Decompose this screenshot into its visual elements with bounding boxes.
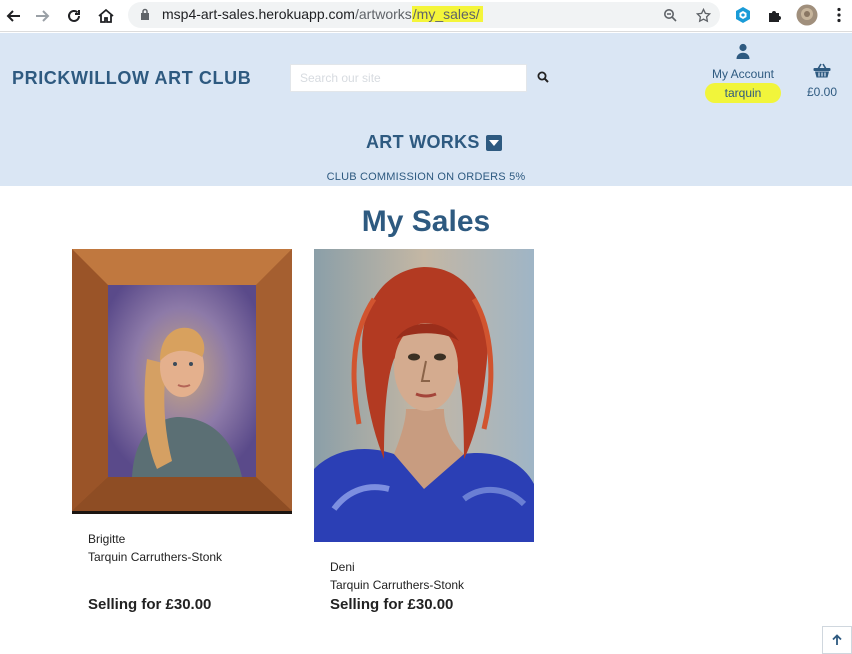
back-icon[interactable] xyxy=(2,4,26,28)
artwork-artist: Tarquin Carruthers-Stonk xyxy=(330,578,465,592)
search-input[interactable] xyxy=(290,64,527,92)
artwork-image[interactable] xyxy=(72,249,292,514)
search-icon xyxy=(537,71,549,83)
forward-icon[interactable] xyxy=(30,4,54,28)
artwork-card[interactable]: Brigitte Tarquin Carruthers-Stonk Sellin… xyxy=(72,249,292,613)
artwork-card[interactable]: Deni Tarquin Carruthers-Stonk Selling fo… xyxy=(314,249,534,613)
caret-down-icon xyxy=(485,134,502,151)
artwork-title: Deni xyxy=(330,560,355,574)
account-label: My Account xyxy=(711,67,775,81)
account-link[interactable]: My Account tarquin xyxy=(700,43,786,103)
site-header: PRICKWILLOW ART CLUB My Account tarquin … xyxy=(0,33,852,186)
commission-banner: CLUB COMMISSION ON ORDERS 5% xyxy=(326,171,526,183)
profile-avatar[interactable] xyxy=(796,4,818,26)
home-icon[interactable] xyxy=(94,4,118,28)
back-to-top-button[interactable] xyxy=(822,626,852,654)
artwork-artist: Tarquin Carruthers-Stonk xyxy=(88,550,223,564)
basket-total: £0.00 xyxy=(806,85,838,99)
art-works-menu[interactable]: ART WORKS xyxy=(366,132,502,153)
page-title: My Sales xyxy=(361,205,491,238)
artwork-image[interactable] xyxy=(314,249,534,542)
reload-icon[interactable] xyxy=(62,4,86,28)
arrow-up-icon xyxy=(832,634,842,645)
puzzle-icon[interactable] xyxy=(764,4,786,26)
basket-link[interactable]: £0.00 xyxy=(800,63,844,99)
star-icon[interactable] xyxy=(694,6,712,24)
url-highlight: /my_sales/ xyxy=(411,6,483,22)
url-text: msp4-art-sales.herokuapp.com/artworks/my… xyxy=(162,6,483,22)
menu-label: ART WORKS xyxy=(366,132,480,152)
artwork-price: Selling for £30.00 xyxy=(88,596,212,613)
user-icon xyxy=(736,43,750,59)
search-button[interactable] xyxy=(532,66,554,88)
basket-icon xyxy=(813,63,831,78)
zoom-icon[interactable] xyxy=(661,6,679,24)
address-bar[interactable]: msp4-art-sales.herokuapp.com/artworks/my… xyxy=(128,2,720,28)
lock-icon xyxy=(140,8,150,26)
menu-dots-icon[interactable] xyxy=(828,4,850,26)
extension-icon[interactable] xyxy=(732,4,754,26)
site-brand[interactable]: PRICKWILLOW ART CLUB xyxy=(12,68,251,89)
artwork-title: Brigitte xyxy=(88,532,126,546)
account-username: tarquin xyxy=(704,83,782,103)
artwork-price: Selling for £30.00 xyxy=(330,596,454,613)
browser-toolbar: msp4-art-sales.herokuapp.com/artworks/my… xyxy=(0,0,852,32)
